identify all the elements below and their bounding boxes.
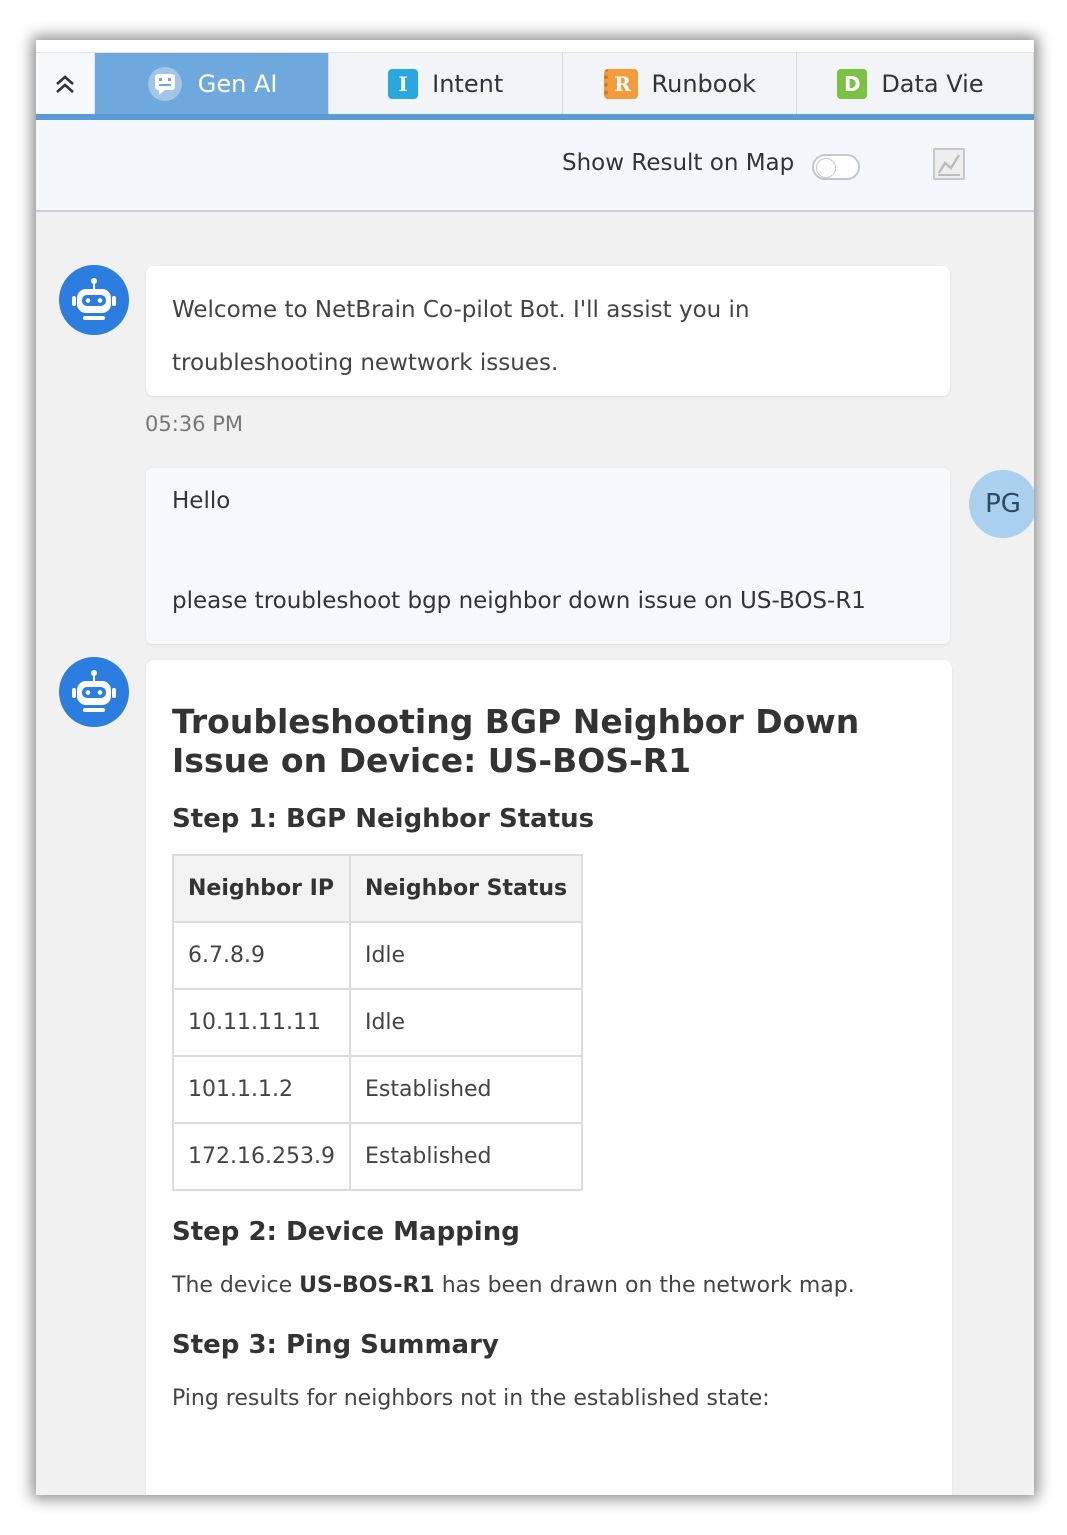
tab-label: Data Vie (881, 70, 984, 98)
chat-bot-icon (147, 67, 182, 101)
neighbor-ip-cell: 6.7.8.9 (172, 921, 351, 990)
column-header: Neighbor Status (348, 854, 584, 923)
data-view-icon: D (837, 69, 868, 99)
chart-icon[interactable] (932, 147, 966, 181)
step2-text: The device US-BOS-R1 has been drawn on t… (172, 1273, 926, 1298)
table-row: 172.16.253.9 Established (172, 1122, 584, 1191)
message-timestamp: 05:36 PM (145, 412, 243, 436)
answer-title: Troubleshooting BGP Neighbor Down Issue … (172, 702, 860, 780)
table-row: 101.1.1.2 Established (172, 1055, 584, 1124)
table-header-row: Neighbor IP Neighbor Status (172, 854, 584, 923)
intent-icon: I (388, 69, 419, 99)
table-row: 10.11.11.11 Idle (172, 988, 584, 1057)
chat-area: Welcome to NetBrain Co-pilot Bot. I'll a… (36, 212, 1034, 1495)
tab-bar: Gen AI I Intent R Runbook D Data Vie (36, 52, 1034, 115)
message-text: Welcome to NetBrain Co-pilot Bot. I'll a… (172, 297, 750, 323)
neighbor-ip-cell: 101.1.1.2 (172, 1055, 351, 1124)
toolbar: Show Result on Map (36, 120, 1034, 212)
table-row: 6.7.8.9 Idle (172, 921, 584, 990)
step3-heading: Step 3: Ping Summary (172, 1330, 499, 1360)
toggle-knob (816, 158, 836, 178)
tab-gen-ai[interactable]: Gen AI (95, 53, 330, 115)
double-chevron-up-icon (56, 75, 74, 93)
show-result-label: Show Result on Map (562, 150, 795, 176)
bot-avatar (59, 265, 129, 335)
app-window: Gen AI I Intent R Runbook D Data Vie Sho… (36, 40, 1034, 1495)
collapse-button[interactable] (36, 53, 96, 115)
neighbor-ip-cell: 10.11.11.11 (172, 988, 351, 1057)
robot-icon (72, 278, 116, 320)
runbook-icon: R (603, 69, 638, 99)
message-text: please troubleshoot bgp neighbor down is… (172, 588, 866, 614)
neighbor-status-cell: Idle (348, 988, 584, 1057)
neighbor-ip-cell: 172.16.253.9 (172, 1122, 351, 1191)
neighbor-status-cell: Idle (348, 921, 584, 990)
bot-welcome-message: Welcome to NetBrain Co-pilot Bot. I'll a… (146, 266, 950, 396)
tab-data-view[interactable]: D Data Vie (797, 53, 1034, 115)
bgp-neighbor-table: Neighbor IP Neighbor Status 6.7.8.9 Idle… (172, 854, 584, 1191)
tab-label: Gen AI (197, 70, 278, 98)
user-avatar: PG (969, 470, 1034, 538)
step1-heading: Step 1: BGP Neighbor Status (172, 804, 595, 834)
bot-answer-message: Troubleshooting BGP Neighbor Down Issue … (146, 660, 952, 1495)
tab-label: Intent (432, 70, 504, 98)
show-result-toggle[interactable] (812, 154, 860, 180)
bot-avatar (59, 657, 129, 727)
step2-prefix: The device (172, 1273, 300, 1298)
step2-suffix: has been drawn on the network map. (434, 1273, 855, 1298)
message-text: Hello (172, 488, 231, 514)
tab-intent[interactable]: I Intent (329, 53, 564, 115)
robot-icon (72, 670, 116, 712)
tab-runbook[interactable]: R Runbook (563, 53, 798, 115)
neighbor-status-cell: Established (348, 1055, 584, 1124)
step2-heading: Step 2: Device Mapping (172, 1217, 520, 1247)
user-message: Hello please troubleshoot bgp neighbor d… (146, 468, 950, 644)
tab-label: Runbook (651, 70, 757, 98)
column-header: Neighbor IP (172, 854, 351, 923)
message-text: troubleshooting newtwork issues. (172, 350, 559, 376)
neighbor-status-cell: Established (348, 1122, 584, 1191)
step3-text: Ping results for neighbors not in the es… (172, 1386, 770, 1411)
device-name: US-BOS-R1 (299, 1273, 435, 1298)
